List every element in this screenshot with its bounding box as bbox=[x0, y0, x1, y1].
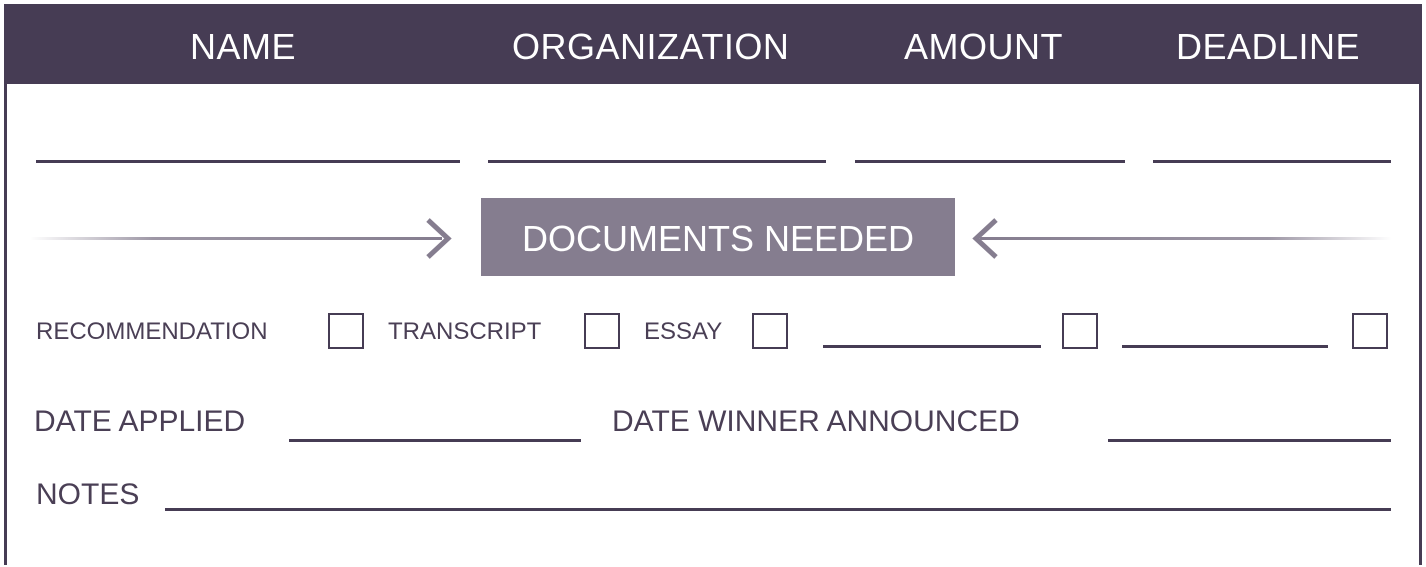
scholarship-card bbox=[4, 4, 1422, 565]
header-organization: ORGANIZATION bbox=[512, 26, 790, 67]
transcript-label: TRANSCRIPT bbox=[388, 318, 542, 345]
organization-field[interactable] bbox=[488, 160, 826, 163]
custom-document-checkbox-2[interactable] bbox=[1352, 313, 1388, 349]
notes-label: NOTES bbox=[36, 478, 140, 511]
essay-checkbox[interactable] bbox=[752, 313, 788, 349]
date-applied-label: DATE APPLIED bbox=[34, 405, 246, 438]
amount-field[interactable] bbox=[855, 160, 1125, 163]
left-arrow-icon bbox=[972, 218, 1392, 259]
documents-needed-title: DOCUMENTS NEEDED bbox=[521, 218, 915, 259]
name-field[interactable] bbox=[36, 160, 460, 163]
recommendation-label: RECOMMENDATION bbox=[36, 318, 268, 345]
header-name: NAME bbox=[190, 26, 297, 67]
date-winner-announced-field[interactable] bbox=[1108, 439, 1391, 442]
deadline-field[interactable] bbox=[1153, 160, 1391, 163]
notes-field[interactable] bbox=[165, 508, 1391, 511]
header-bar: NAME ORGANIZATION AMOUNT DEADLINE bbox=[4, 4, 1422, 84]
custom-document-field-1[interactable] bbox=[823, 345, 1041, 348]
date-applied-field[interactable] bbox=[289, 439, 581, 442]
transcript-checkbox[interactable] bbox=[584, 313, 620, 349]
header-amount: AMOUNT bbox=[904, 26, 1063, 67]
essay-label: ESSAY bbox=[644, 318, 723, 345]
header-deadline: DEADLINE bbox=[1176, 26, 1361, 67]
documents-needed-banner: DOCUMENTS NEEDED bbox=[481, 198, 955, 276]
date-winner-announced-label: DATE WINNER ANNOUNCED bbox=[612, 405, 1020, 438]
custom-document-checkbox-1[interactable] bbox=[1062, 313, 1098, 349]
recommendation-checkbox[interactable] bbox=[328, 313, 364, 349]
right-arrow-icon bbox=[30, 218, 452, 259]
custom-document-field-2[interactable] bbox=[1122, 345, 1328, 348]
